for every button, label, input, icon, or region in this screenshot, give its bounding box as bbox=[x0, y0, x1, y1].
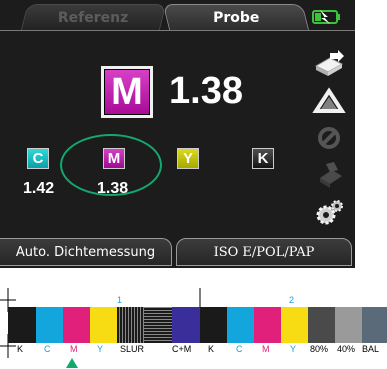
patch-bal bbox=[362, 307, 387, 343]
label-cm: C+M bbox=[172, 344, 192, 354]
patch-y-1 bbox=[90, 307, 117, 343]
patch-40 bbox=[335, 307, 362, 343]
selected-patch-indicator bbox=[66, 358, 78, 368]
tab-divider bbox=[0, 30, 355, 31]
channel-y-patch[interactable]: Y bbox=[177, 148, 199, 169]
disabled-stack-icon bbox=[320, 162, 342, 188]
tab-probe[interactable]: Probe bbox=[162, 4, 310, 31]
patch-k-1 bbox=[8, 307, 36, 343]
label-m-1: M bbox=[70, 344, 78, 354]
color-control-bar bbox=[8, 307, 387, 343]
channel-k-patch[interactable]: K bbox=[252, 148, 274, 169]
label-m-2: M bbox=[262, 344, 270, 354]
label-slur: SLUR bbox=[120, 344, 145, 354]
patch-m-2 bbox=[254, 307, 281, 343]
triangle-icon[interactable] bbox=[312, 86, 346, 116]
disabled-no-icon bbox=[318, 127, 340, 149]
label-80: 80% bbox=[310, 344, 329, 354]
channel-c-letter: C bbox=[32, 150, 44, 167]
group-number-1: 1 bbox=[117, 295, 123, 305]
transfer-icon[interactable] bbox=[312, 50, 346, 80]
group-number-2: 2 bbox=[289, 295, 295, 305]
patch-y-2 bbox=[281, 307, 308, 343]
highlight-ellipse bbox=[60, 134, 162, 196]
channel-c-patch[interactable]: C bbox=[27, 148, 49, 169]
patch-cm bbox=[172, 307, 200, 343]
tab-referenz[interactable]: Referenz bbox=[20, 4, 167, 31]
patch-m-1 bbox=[63, 307, 90, 343]
patch-k-2 bbox=[200, 307, 227, 343]
label-c-2: C bbox=[236, 344, 243, 354]
label-y-1: Y bbox=[97, 344, 104, 354]
label-c-1: C bbox=[44, 344, 51, 354]
device-screen: Referenz Probe M 1.38 C M Y K 1.42 1.38 bbox=[0, 0, 355, 268]
channel-k-letter: K bbox=[257, 150, 269, 167]
label-40: 40% bbox=[337, 344, 356, 354]
battery-charging-icon bbox=[312, 10, 340, 24]
crosshair-top-mid bbox=[199, 288, 201, 308]
gears-icon[interactable] bbox=[312, 197, 346, 227]
patch-slur-horizontal bbox=[144, 307, 172, 343]
label-y-2: Y bbox=[290, 344, 297, 354]
label-k-1: K bbox=[17, 344, 24, 354]
tab-referenz-label: Referenz bbox=[58, 10, 129, 26]
iso-standard-button[interactable]: ISO E/POL/PAP bbox=[176, 238, 352, 266]
patch-c-1 bbox=[36, 307, 63, 343]
main-channel-patch: M bbox=[101, 66, 153, 118]
channel-c-value: 1.42 bbox=[23, 180, 55, 197]
label-bal: BAL bbox=[362, 344, 380, 354]
patch-c-2 bbox=[227, 307, 254, 343]
patch-80 bbox=[308, 307, 335, 343]
tab-probe-label: Probe bbox=[212, 10, 260, 26]
auto-density-button[interactable]: Auto. Dichtemessung bbox=[0, 238, 172, 266]
main-density-value: 1.38 bbox=[169, 70, 243, 112]
channel-y-letter: Y bbox=[182, 150, 193, 167]
patch-slur-vertical bbox=[117, 307, 144, 343]
label-k-2: K bbox=[208, 344, 215, 354]
main-channel-letter: M bbox=[111, 70, 143, 113]
